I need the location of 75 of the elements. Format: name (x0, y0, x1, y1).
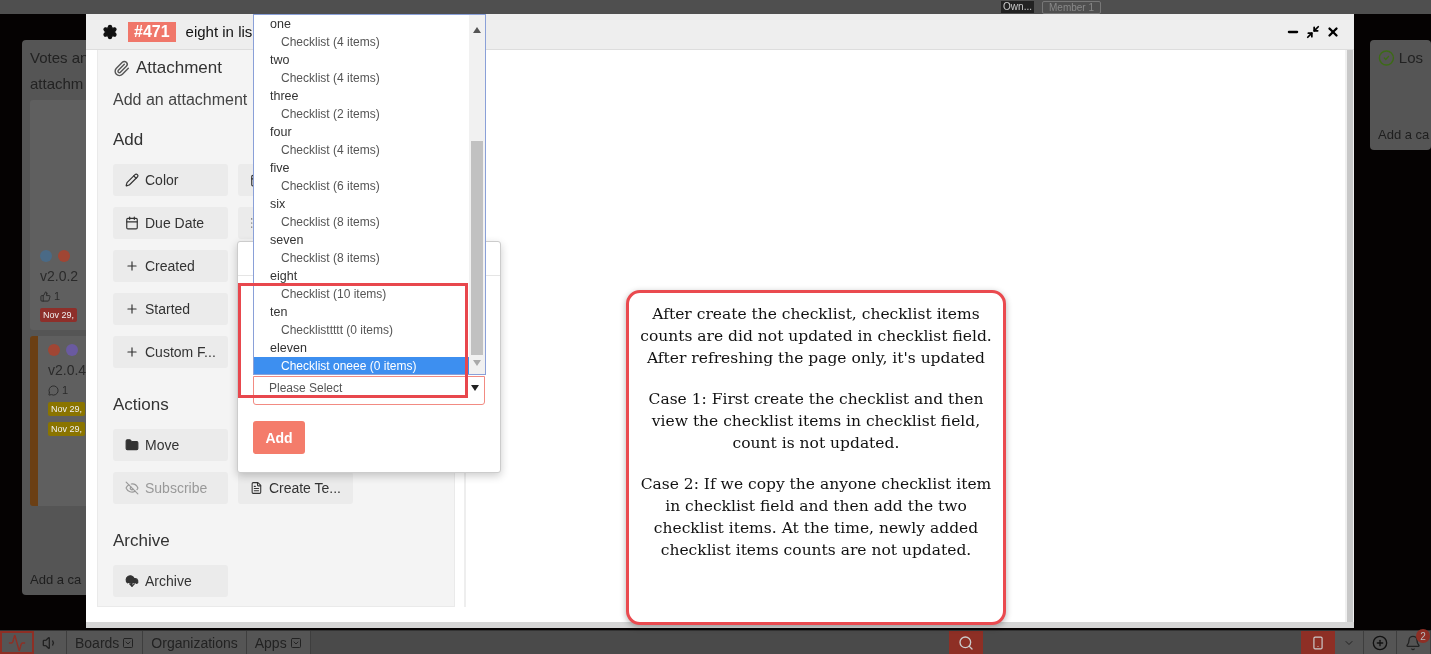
caret-icon (122, 636, 135, 649)
eye-slash-icon (125, 481, 139, 495)
scroll-up-icon[interactable] (473, 27, 481, 33)
plus-circle-icon (1372, 634, 1388, 651)
scrollbar-thumb[interactable] (1346, 50, 1353, 622)
check-icon (1378, 48, 1395, 68)
section-heading: Actions (113, 395, 169, 415)
phone-icon (1311, 635, 1325, 650)
date-badge: Nov 29, (48, 422, 86, 436)
caret-icon (289, 636, 302, 649)
checklist-option[interactable]: Checklist (4 items) (254, 141, 469, 159)
thumbs-up-icon (40, 290, 51, 302)
callout-text: Case 2: If we copy the anyone checklist item in checklist field and then add the two checklist items. At the time, newly added checklist items counts are not updated. (639, 474, 993, 561)
calendar-icon (125, 216, 139, 230)
checklist-option[interactable]: Checklist (4 items) (254, 33, 469, 51)
group-label: three (270, 88, 299, 105)
plus-icon (125, 302, 139, 316)
group-label: eleven (270, 340, 307, 357)
section-heading: Attachment (136, 58, 222, 78)
owner-badge: Own... (1001, 1, 1034, 13)
comment-icon (48, 384, 59, 396)
notification-count: 2 (1416, 629, 1430, 643)
group-label: one (270, 16, 291, 33)
group-label: ten (270, 304, 288, 321)
action-button[interactable]: Color (113, 164, 228, 196)
add-button[interactable] (1364, 631, 1397, 654)
action-button[interactable]: Created (113, 250, 228, 282)
scrollbar-thumb[interactable] (471, 141, 483, 355)
caret-icon[interactable] (471, 385, 479, 391)
action-button[interactable]: Archive (113, 565, 228, 597)
action-button[interactable]: Due Date (113, 207, 228, 239)
notifications-button[interactable]: 2 (1397, 631, 1431, 654)
speaker-button[interactable] (34, 631, 67, 654)
section-heading: Add (113, 130, 144, 150)
action-button[interactable]: Create Te... (238, 472, 353, 504)
action-button[interactable]: Started (113, 293, 228, 325)
bell-icon (1405, 634, 1421, 651)
date-badge: Nov 29, (40, 308, 78, 322)
checklist-option[interactable]: Checklist (2 items) (254, 105, 469, 123)
phone-button[interactable] (1301, 631, 1335, 654)
group-label: seven (270, 232, 304, 249)
checklist-option[interactable]: Checklist (4 items) (254, 69, 469, 87)
search-button[interactable] (948, 631, 983, 654)
cloud-download-icon (125, 574, 139, 588)
document-icon (250, 481, 263, 495)
card-number: #471 (128, 21, 176, 42)
group-label: five (270, 160, 290, 177)
search-icon (957, 634, 974, 651)
pencil-icon (125, 173, 139, 187)
callout-text: After create the checklist, checklist items counts are did not updated in checklist field. After refreshing the page only, it's updated (639, 304, 993, 369)
checklist-option[interactable]: Checklisttttt (0 items) (254, 321, 469, 339)
group-label: six (270, 196, 286, 213)
paperclip-icon (113, 59, 130, 77)
add-attachment-link[interactable]: Add an attachment (113, 91, 248, 109)
callout-text: Case 1: First create the checklist and then view the checklist items in checklist field, count is not updated. (647, 389, 985, 454)
collapse-icon[interactable] (1306, 24, 1320, 39)
close-icon[interactable] (1326, 24, 1340, 39)
plus-icon (125, 345, 139, 359)
action-button[interactable]: Move (113, 429, 228, 461)
scroll-down-icon[interactable] (473, 360, 481, 366)
checklist-option[interactable]: Checklist (6 items) (254, 177, 469, 195)
checklist-option[interactable]: Checklist (8 items) (254, 213, 469, 231)
chart-icon (8, 633, 26, 652)
card-title: eight in lis (185, 23, 253, 40)
date-badge: Nov 29, (48, 402, 86, 416)
folder-icon (125, 438, 139, 452)
action-button[interactable]: Custom F... (113, 336, 228, 368)
settings-icon[interactable] (102, 23, 118, 40)
section-heading: Archive (113, 531, 170, 551)
group-label: eight (270, 268, 298, 285)
group-label: two (270, 52, 290, 69)
plus-icon (125, 259, 139, 273)
group-label: four (270, 124, 292, 141)
checklist-option[interactable]: Checklist (8 items) (254, 249, 469, 267)
checklist-select[interactable]: Please Select (253, 376, 485, 405)
